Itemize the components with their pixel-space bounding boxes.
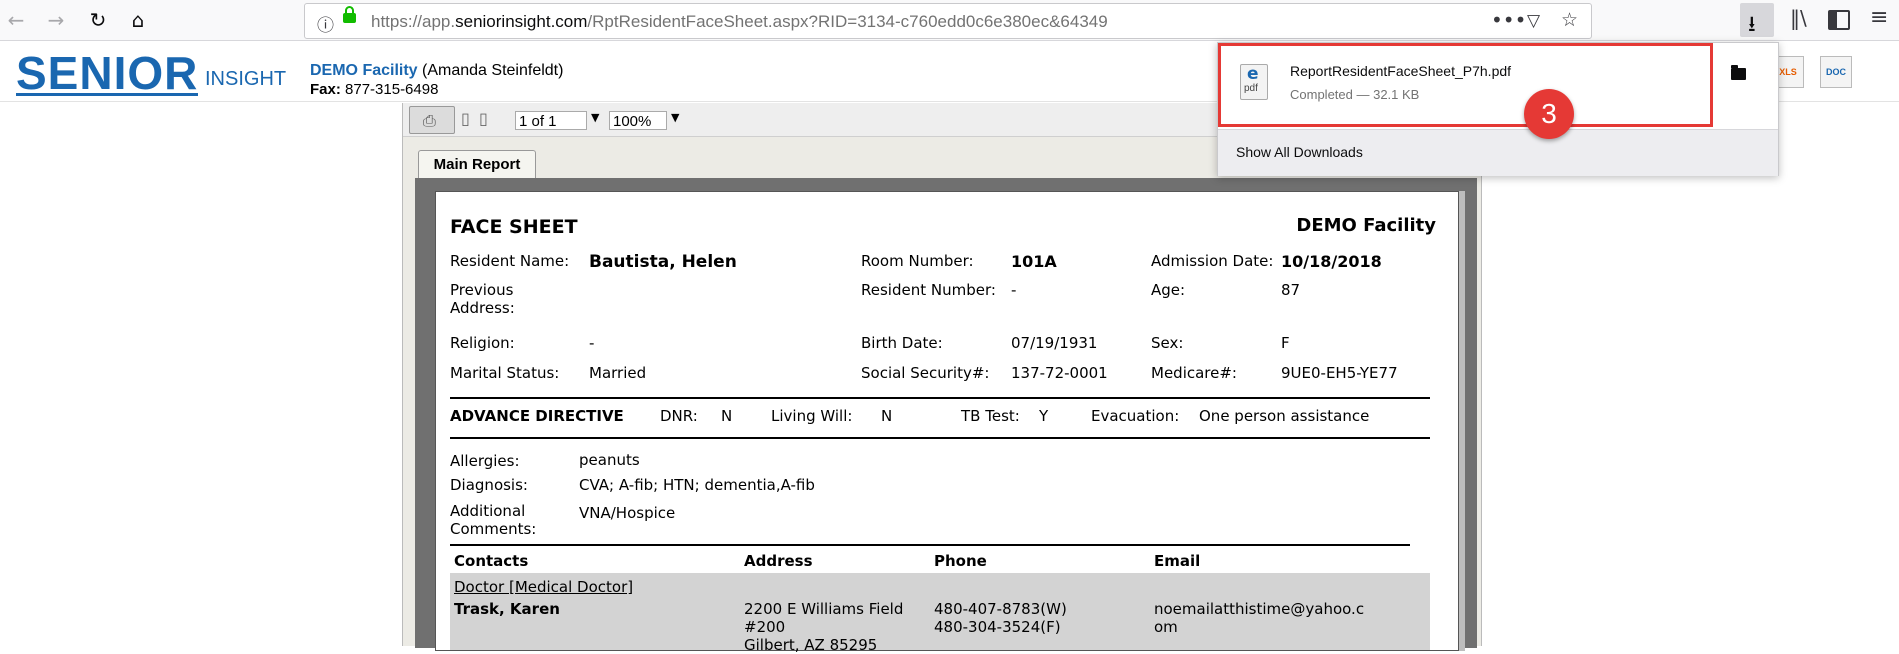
chevron-down-icon[interactable]: ▼ <box>671 111 679 124</box>
medicare-label: Medicare#: <box>1151 364 1237 382</box>
previous-address-label: Previous Address: <box>450 281 515 317</box>
back-icon[interactable]: ← <box>2 6 30 34</box>
comments-label: Comments: <box>450 520 537 538</box>
open-folder-icon[interactable] <box>1731 65 1746 80</box>
admission-date: 10/18/2018 <box>1281 252 1382 271</box>
downloads-panel: e pdf ReportResidentFaceSheet_P7h.pdf Co… <box>1217 42 1779 176</box>
info-icon[interactable]: ⓘ <box>317 11 334 36</box>
allergies: peanuts <box>579 451 640 469</box>
contact-email: noemailatthistime@yahoo.c om <box>1154 600 1365 636</box>
contacts-header: Contacts <box>454 552 529 570</box>
chevron-down-icon[interactable]: ▼ <box>591 111 599 124</box>
marital-label: Marital Status: <box>450 364 560 382</box>
living-will-value: N <box>881 407 893 425</box>
phone-header: Phone <box>934 552 987 570</box>
download-button[interactable]: ⭳ <box>1740 3 1774 37</box>
resident-name: Bautista, Helen <box>589 252 737 272</box>
marital-status: Married <box>589 364 647 382</box>
forward-icon[interactable]: → <box>42 6 70 34</box>
birth-date-label: Birth Date: <box>861 334 943 352</box>
facility-name[interactable]: DEMO Facility <box>310 62 418 79</box>
pocket-icon[interactable]: ▽ <box>1527 11 1540 31</box>
diagnosis: CVA; A-fib; HTN; dementia,A-fib <box>579 476 815 494</box>
step-badge: 3 <box>1524 89 1574 139</box>
tab-main-report[interactable]: Main Report <box>418 150 536 178</box>
tb-test-value: Y <box>1039 407 1049 425</box>
report-facility: DEMO Facility <box>1296 215 1436 236</box>
export-doc-icon[interactable]: DOC <box>1820 56 1852 88</box>
religion-label: Religion: <box>450 334 515 352</box>
living-will-label: Living Will: <box>771 407 853 425</box>
birth-date: 07/19/1931 <box>1011 334 1098 352</box>
url-bar[interactable]: ⓘ https://app.seniorinsight.com/RptResid… <box>304 3 1592 39</box>
admission-label: Admission Date: <box>1151 252 1274 270</box>
user-name: (Amanda Steinfeldt) <box>422 62 564 79</box>
more-icon[interactable]: ••• <box>1491 8 1526 32</box>
highlight-box <box>1218 43 1713 127</box>
evacuation-label: Evacuation: <box>1091 407 1180 425</box>
fax-label: Fax: <box>310 81 341 98</box>
evacuation-value: One person assistance <box>1199 407 1370 425</box>
download-icon: ⭳ <box>1748 12 1756 37</box>
fax-info: Fax: 877-315-6498 <box>310 81 438 98</box>
contact-name: Trask, Karen <box>454 600 560 618</box>
diagnosis-label: Diagnosis: <box>450 476 528 494</box>
resident-number: - <box>1011 281 1017 299</box>
logo-subtitle: INSIGHT <box>205 68 287 90</box>
logo-underline <box>16 93 198 96</box>
reload-icon[interactable]: ↻ <box>84 6 112 34</box>
comments-label: Additional <box>450 502 526 520</box>
sex: F <box>1281 334 1290 352</box>
medicare-number: 9UE0-EH5-YE77 <box>1281 364 1398 382</box>
page-selector[interactable]: 1 of 1 <box>515 111 587 130</box>
prev-page-icon[interactable]: ▯ <box>479 109 488 128</box>
contact-type[interactable]: Doctor [Medical Doctor] <box>454 578 633 596</box>
report-viewer: ⎙ ▯ ▯ 1 of 1 ▼ 100% ▼ Main Report FACE S… <box>402 103 1482 654</box>
advance-directive-label: ADVANCE DIRECTIVE <box>450 407 624 425</box>
allergies-label: Allergies: <box>450 452 520 470</box>
home-icon[interactable]: ⌂ <box>124 6 152 34</box>
contact-phone: 480-407-8783(W) 480-304-3524(F) <box>934 600 1067 636</box>
menu-icon[interactable]: ≡ <box>1870 5 1888 30</box>
ssn-label: Social Security#: <box>861 364 990 382</box>
religion: - <box>589 334 595 352</box>
print-button[interactable]: ⎙ <box>409 106 455 134</box>
lock-icon[interactable] <box>343 6 356 23</box>
fax-number: 877-315-6498 <box>345 81 439 98</box>
browser-toolbar: ← → ↻ ⌂ ⓘ https://app.seniorinsight.com/… <box>0 0 1899 41</box>
star-icon[interactable]: ☆ <box>1561 9 1578 31</box>
url-text[interactable]: https://app.seniorinsight.com/RptResiden… <box>371 12 1108 32</box>
first-page-icon[interactable]: ▯ <box>461 109 470 128</box>
resident-name-label: Resident Name: <box>450 252 570 270</box>
table-row: Doctor [Medical Doctor] Trask, Karen 220… <box>450 573 1430 654</box>
zoom-selector[interactable]: 100% <box>609 111 667 130</box>
logo: SENIOR <box>16 47 199 99</box>
address-header: Address <box>744 552 813 570</box>
show-all-downloads-button[interactable]: Show All Downloads <box>1218 129 1778 176</box>
section-divider <box>450 544 1410 546</box>
sidebar-icon[interactable] <box>1828 10 1850 30</box>
show-all-downloads-label: Show All Downloads <box>1236 144 1363 160</box>
age-label: Age: <box>1151 281 1186 299</box>
section-divider <box>450 437 1430 439</box>
comments: VNA/Hospice <box>579 504 676 522</box>
sex-label: Sex: <box>1151 334 1184 352</box>
room-number: 101A <box>1011 252 1057 271</box>
print-icon: ⎙ <box>423 111 436 130</box>
dnr-value: N <box>721 407 733 425</box>
room-label: Room Number: <box>861 252 974 270</box>
age: 87 <box>1281 281 1301 299</box>
report-title: FACE SHEET <box>450 216 578 238</box>
dnr-label: DNR: <box>660 407 698 425</box>
resident-number-label: Resident Number: <box>861 281 996 299</box>
tb-test-label: TB Test: <box>961 407 1020 425</box>
email-header: Email <box>1154 552 1201 570</box>
report-page: FACE SHEET DEMO Facility Resident Name: … <box>435 191 1459 654</box>
library-icon[interactable]: ‖\ <box>1790 6 1807 30</box>
facility-info: DEMO Facility (Amanda Steinfeldt) <box>310 62 563 80</box>
section-divider <box>450 397 1430 399</box>
ssn: 137-72-0001 <box>1011 364 1108 382</box>
